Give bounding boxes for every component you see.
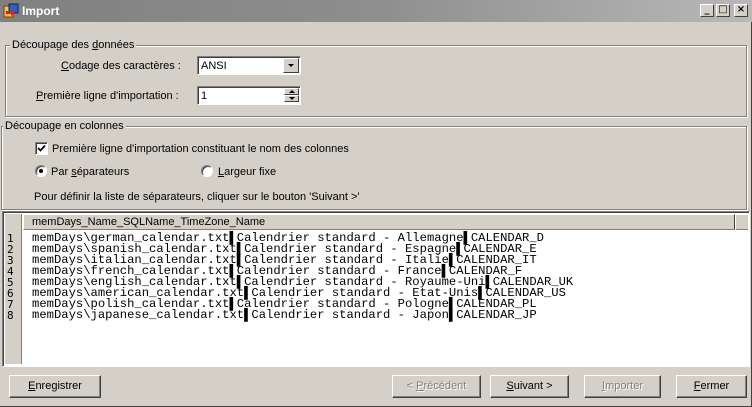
data-split-group-title: Découpage des données (10, 38, 137, 52)
encoding-label: Codage des caractères : (61, 60, 181, 72)
radio-selected-dot (39, 169, 43, 173)
fixed-width-radio[interactable] (201, 165, 213, 177)
first-line-value: 1 (201, 90, 208, 102)
header-row-checkbox[interactable] (35, 142, 48, 155)
maximize-button[interactable]: □ (716, 4, 730, 17)
fixed-width-radio-label[interactable]: Largeur fixe (218, 165, 276, 179)
checkmark-icon (37, 144, 46, 152)
first-line-spinner[interactable]: 1 (197, 86, 301, 105)
minimize-button[interactable]: _ (700, 4, 714, 17)
close-button[interactable]: Fermer (676, 375, 747, 398)
encoding-value: ANSI (201, 60, 227, 72)
separators-radio-label[interactable]: Par séparateurs (51, 165, 129, 179)
header-row-checkbox-label[interactable]: Première ligne d'importation constituant… (52, 142, 349, 156)
preview-table[interactable]: memDays_Name_SQLName_TimeZone_Name 1 mem… (2, 211, 750, 367)
spin-down-icon[interactable] (284, 95, 299, 102)
spin-up-icon[interactable] (284, 88, 299, 95)
row-number: 8 (7, 309, 14, 322)
data-split-group: Découpage des données (5, 38, 747, 117)
title-bar[interactable]: Import _ □ × (0, 0, 752, 22)
previous-button[interactable]: < Précédent (392, 375, 481, 398)
separators-hint: Pour définir la liste de séparateurs, cl… (34, 191, 360, 203)
close-window-button[interactable]: × (734, 4, 748, 17)
window-title: Import (22, 4, 60, 18)
column-split-group-title: Découpage en colonnes (3, 119, 126, 133)
encoding-select[interactable]: ANSI (197, 56, 301, 75)
first-line-label: Première ligne d'importation : (36, 90, 179, 102)
next-button[interactable]: Suivant > (490, 375, 569, 398)
import-button[interactable]: Importer (584, 375, 661, 398)
import-app-icon (3, 3, 19, 18)
column-header[interactable]: memDays_Name_SQLName_TimeZone_Name (23, 214, 735, 230)
import-dialog: Import _ □ × Découpage des données Codag… (0, 0, 752, 407)
separators-radio[interactable] (35, 165, 47, 177)
save-button[interactable]: Enregistrer (9, 375, 101, 398)
table-row[interactable]: memDays\japanese_calendar.txt▌Calendrier… (32, 309, 537, 321)
chevron-down-icon[interactable] (283, 58, 299, 73)
column-header-filler (736, 214, 748, 230)
